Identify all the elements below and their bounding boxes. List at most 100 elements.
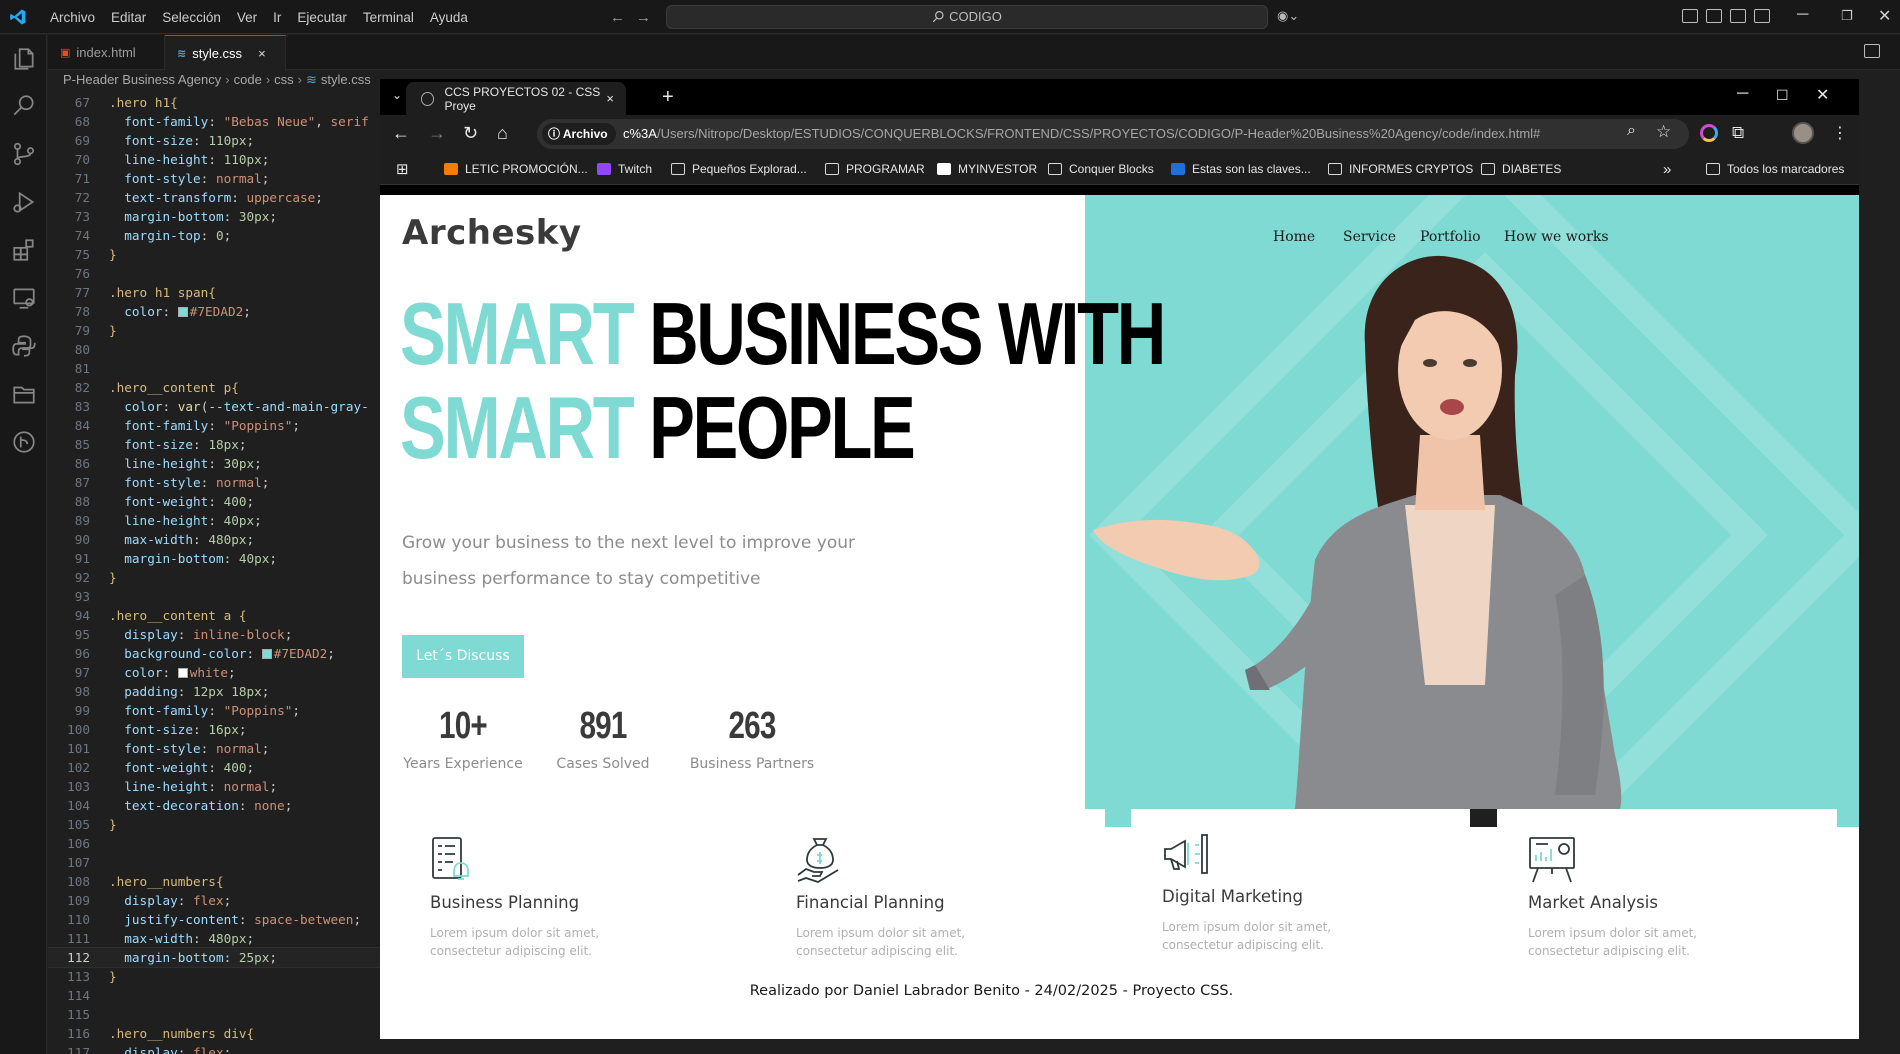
bookmark-item[interactable]: MYINVESTOR bbox=[937, 153, 1037, 185]
code-line[interactable]: 113} bbox=[48, 967, 380, 986]
code-line[interactable]: 69 font-size: 110px; bbox=[48, 131, 380, 150]
site-logo[interactable]: Archesky bbox=[402, 213, 582, 253]
close-tab-icon[interactable]: × bbox=[606, 91, 614, 106]
extensions-icon[interactable] bbox=[11, 237, 37, 263]
address-bar[interactable]: ⓘ Archivo c%3A/Users/Nitropc/Desktop/EST… bbox=[537, 119, 1689, 149]
code-line[interactable]: 110 justify-content: space-between; bbox=[48, 910, 380, 929]
code-line[interactable]: 104 text-decoration: none; bbox=[48, 796, 380, 815]
code-line[interactable]: 85 font-size: 18px; bbox=[48, 435, 380, 454]
breadcrumb-item[interactable]: P-Header Business Agency bbox=[63, 72, 221, 87]
split-editor-icon[interactable] bbox=[1864, 44, 1880, 58]
git-graph-icon[interactable] bbox=[11, 429, 37, 455]
code-line[interactable]: 92} bbox=[48, 568, 380, 587]
code-line[interactable]: 78 color: #7EDAD2; bbox=[48, 302, 380, 321]
run-debug-icon[interactable] bbox=[11, 189, 37, 215]
code-line[interactable]: 105} bbox=[48, 815, 380, 834]
bookmark-item[interactable]: Conquer Blocks bbox=[1048, 153, 1154, 185]
menu-seleccion[interactable]: Selección bbox=[154, 10, 229, 25]
forward-arrow-icon[interactable]: → bbox=[636, 9, 651, 26]
code-line[interactable]: 97 color: white; bbox=[48, 663, 380, 682]
bookmark-star-icon[interactable]: ☆ bbox=[1656, 122, 1671, 142]
bookmark-item[interactable]: INFORMES CRYPTOS bbox=[1328, 153, 1473, 185]
code-line[interactable]: 74 margin-top: 0; bbox=[48, 226, 380, 245]
bookmark-item[interactable]: PROGRAMAR bbox=[825, 153, 925, 185]
code-line[interactable]: 109 display: flex; bbox=[48, 891, 380, 910]
menu-ir[interactable]: Ir bbox=[265, 10, 289, 25]
code-line[interactable]: 71 font-style: normal; bbox=[48, 169, 380, 188]
minimize-icon[interactable]: ─ bbox=[1737, 85, 1748, 103]
more-menu-icon[interactable]: ⋮ bbox=[1832, 123, 1848, 143]
source-control-icon[interactable] bbox=[11, 141, 37, 167]
code-line[interactable]: 94 .hero__content a { bbox=[48, 606, 380, 625]
command-center[interactable]: CODIGO bbox=[666, 5, 1268, 29]
close-window-icon[interactable]: ✕ bbox=[1816, 85, 1829, 105]
color-swatch[interactable] bbox=[177, 307, 188, 317]
minimize-icon[interactable]: ─ bbox=[1797, 6, 1808, 24]
code-line[interactable]: 86 line-height: 30px; bbox=[48, 454, 380, 473]
code-line[interactable]: 72 text-transform: uppercase; bbox=[48, 188, 380, 207]
menu-ver[interactable]: Ver bbox=[229, 10, 265, 25]
code-line[interactable]: 117 display: flex; bbox=[48, 1043, 380, 1054]
zoom-search-icon[interactable]: ⌕ bbox=[1627, 122, 1636, 140]
code-line[interactable]: 79} bbox=[48, 321, 380, 340]
tab-search-icon[interactable]: ⌄ bbox=[392, 88, 402, 102]
code-line[interactable]: 93 bbox=[48, 587, 380, 606]
code-line[interactable]: 106 bbox=[48, 834, 380, 853]
code-line[interactable]: 115 bbox=[48, 1005, 380, 1024]
code-line[interactable]: 112 margin-bottom: 25px; bbox=[48, 947, 380, 968]
lets-discuss-button[interactable]: Let´s Discuss bbox=[402, 635, 524, 678]
code-line[interactable]: 80 bbox=[48, 340, 380, 359]
bookmark-item[interactable]: LETIC PROMOCIÓN... bbox=[444, 153, 588, 185]
breadcrumb-item[interactable]: css bbox=[274, 72, 294, 87]
code-line[interactable]: 90 max-width: 480px; bbox=[48, 530, 380, 549]
all-bookmarks[interactable]: Todos los marcadores bbox=[1706, 153, 1844, 185]
bookmark-item[interactable]: Estas son las claves... bbox=[1171, 153, 1311, 185]
code-line[interactable]: 76 bbox=[48, 264, 380, 283]
layout-panel-icon[interactable] bbox=[1682, 9, 1698, 23]
explorer-icon[interactable] bbox=[11, 46, 37, 72]
menu-ayuda[interactable]: Ayuda bbox=[422, 10, 476, 25]
code-line[interactable]: 102 font-weight: 400; bbox=[48, 758, 380, 777]
toggle-sidebar-icon[interactable] bbox=[1706, 9, 1722, 23]
tab-style-css[interactable]: ≋ style.css × bbox=[165, 35, 286, 70]
bookmark-item[interactable]: DIABETES bbox=[1481, 153, 1561, 185]
code-line[interactable]: 111 max-width: 480px; bbox=[48, 929, 380, 948]
code-line[interactable]: 91 margin-bottom: 40px; bbox=[48, 549, 380, 568]
menu-editar[interactable]: Editar bbox=[103, 10, 154, 25]
profile-avatar[interactable] bbox=[1792, 122, 1814, 144]
code-line[interactable]: 95 display: inline-block; bbox=[48, 625, 380, 644]
code-line[interactable]: 100 font-size: 16px; bbox=[48, 720, 380, 739]
breadcrumb-item[interactable]: code bbox=[234, 72, 262, 87]
code-line[interactable]: 75} bbox=[48, 245, 380, 264]
color-swatch[interactable] bbox=[261, 649, 272, 659]
code-editor[interactable]: 67 .hero h1{68 font-family: "Bebas Neue",… bbox=[48, 93, 380, 1054]
back-arrow-icon[interactable]: ← bbox=[610, 9, 625, 26]
code-line[interactable]: 116 .hero__numbers div{ bbox=[48, 1024, 380, 1043]
nav-home[interactable]: Home bbox=[1273, 229, 1315, 245]
apps-grid-icon[interactable]: ⊞ bbox=[396, 153, 409, 185]
code-line[interactable]: 81 bbox=[48, 359, 380, 378]
search-icon[interactable] bbox=[11, 93, 37, 119]
close-window-icon[interactable]: ✕ bbox=[1878, 6, 1891, 26]
menu-archivo[interactable]: Archivo bbox=[42, 10, 103, 25]
code-line[interactable]: 82 .hero__content p{ bbox=[48, 378, 380, 397]
python-icon[interactable] bbox=[11, 333, 37, 359]
nav-service[interactable]: Service bbox=[1343, 229, 1396, 245]
extensions-puzzle-icon[interactable]: ⧉ bbox=[1732, 123, 1744, 143]
color-swatch[interactable] bbox=[177, 668, 188, 678]
bookmark-item[interactable]: Twitch bbox=[597, 153, 652, 185]
code-line[interactable]: 99 font-family: "Poppins"; bbox=[48, 701, 380, 720]
nav-how-we-works[interactable]: How we works bbox=[1504, 229, 1609, 245]
maximize-icon[interactable]: ☐ bbox=[1776, 87, 1789, 104]
tab-index-html[interactable]: ▣ index.html bbox=[48, 35, 165, 70]
code-line[interactable]: 84 font-family: "Poppins"; bbox=[48, 416, 380, 435]
browser-tab[interactable]: CCS PROYECTOS 02 - CSS Proye × bbox=[406, 82, 626, 115]
extension-color-icon[interactable] bbox=[1700, 124, 1718, 142]
back-arrow-icon[interactable]: ← bbox=[392, 123, 410, 144]
code-line[interactable]: 107 bbox=[48, 853, 380, 872]
reload-icon[interactable]: ↻ bbox=[463, 123, 478, 144]
project-manager-icon[interactable] bbox=[11, 381, 37, 407]
remote-explorer-icon[interactable] bbox=[11, 285, 37, 311]
nav-portfolio[interactable]: Portfolio bbox=[1420, 229, 1481, 245]
code-line[interactable]: 67 .hero h1{ bbox=[48, 93, 380, 112]
